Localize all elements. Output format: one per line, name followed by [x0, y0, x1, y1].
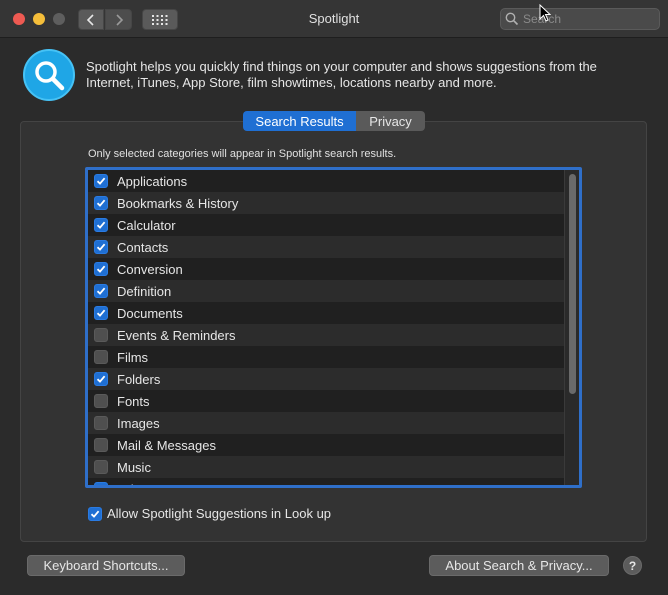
category-checkbox[interactable]	[94, 218, 108, 232]
category-checkbox[interactable]	[94, 372, 108, 386]
category-checkbox[interactable]	[94, 328, 108, 342]
category-label: Images	[117, 415, 160, 431]
mouse-cursor-icon	[539, 4, 551, 22]
category-checkbox[interactable]	[94, 196, 108, 210]
category-checkbox[interactable]	[94, 438, 108, 452]
category-label: Bookmarks & History	[117, 195, 239, 211]
checkmark-icon	[96, 375, 106, 383]
category-label: Conversion	[117, 261, 183, 277]
category-label: Documents	[117, 305, 183, 321]
forward-button[interactable]	[105, 9, 132, 30]
checkmark-icon	[96, 484, 106, 488]
tab-search-results[interactable]: Search Results	[243, 111, 356, 131]
category-row[interactable]: Music	[88, 456, 564, 478]
category-row[interactable]: Other	[88, 478, 564, 488]
category-checkbox[interactable]	[94, 174, 108, 188]
category-checkbox[interactable]	[94, 306, 108, 320]
category-row[interactable]: Applications	[88, 170, 564, 192]
category-label: Contacts	[117, 239, 169, 255]
checkmark-icon	[96, 265, 106, 273]
category-checkbox[interactable]	[94, 394, 108, 408]
allow-suggestions-checkbox[interactable]	[88, 506, 102, 521]
checkmark-icon	[96, 177, 106, 185]
category-row[interactable]: Fonts	[88, 390, 564, 412]
category-row[interactable]: Films	[88, 346, 564, 368]
category-checkbox[interactable]	[94, 350, 108, 364]
category-row[interactable]: Conversion	[88, 258, 564, 280]
checkmark-icon	[96, 199, 106, 207]
category-checkbox[interactable]	[94, 460, 108, 474]
category-label: Definition	[117, 283, 172, 299]
category-row[interactable]: Events & Reminders	[88, 324, 564, 346]
category-row[interactable]: Documents	[88, 302, 564, 324]
chevron-right-icon	[115, 13, 123, 26]
show-all-preferences-button[interactable]	[142, 9, 178, 30]
tab-bar: Search Results Privacy	[243, 111, 425, 131]
categories-list-rows: Applications Bookmarks & History Calculato…	[88, 170, 564, 488]
help-button[interactable]: ?	[623, 556, 642, 575]
category-label: Applications	[117, 173, 188, 189]
category-label: Films	[117, 349, 149, 365]
category-label: Folders	[117, 371, 161, 387]
category-row[interactable]: Bookmarks & History	[88, 192, 564, 214]
close-window-button[interactable]	[13, 13, 25, 25]
zoom-window-button[interactable]	[53, 13, 65, 25]
category-row[interactable]: Mail & Messages	[88, 434, 564, 456]
scrollbar[interactable]	[564, 170, 579, 485]
category-label: Other	[117, 482, 150, 486]
minimize-window-button[interactable]	[33, 13, 45, 25]
category-label: Calculator	[117, 217, 176, 233]
tab-privacy[interactable]: Privacy	[356, 111, 425, 131]
checkmark-icon	[90, 510, 100, 518]
categories-hint: Only selected categories will appear in …	[88, 148, 397, 160]
scrollbar-thumb[interactable]	[569, 174, 576, 394]
category-checkbox[interactable]	[94, 482, 108, 488]
title-bar: Spotlight	[0, 0, 668, 38]
category-checkbox[interactable]	[94, 284, 108, 298]
about-search-privacy-button[interactable]: About Search & Privacy...	[429, 555, 609, 576]
category-label: Music	[117, 459, 151, 475]
category-row[interactable]: Definition	[88, 280, 564, 302]
category-row[interactable]: Calculator	[88, 214, 564, 236]
search-icon	[505, 12, 519, 26]
spotlight-description: Spotlight helps you quickly find things …	[86, 59, 597, 90]
checkmark-icon	[96, 287, 106, 295]
checkmark-icon	[96, 221, 106, 229]
category-checkbox[interactable]	[94, 262, 108, 276]
spotlight-app-icon	[23, 49, 75, 101]
allow-suggestions-option[interactable]: Allow Spotlight Suggestions in Look up	[88, 506, 331, 521]
back-button[interactable]	[78, 9, 104, 30]
category-label: Events & Reminders	[117, 327, 236, 343]
checkmark-icon	[96, 309, 106, 317]
category-label: Fonts	[117, 393, 150, 409]
magnifier-icon	[35, 61, 65, 91]
category-checkbox[interactable]	[94, 416, 108, 430]
category-checkbox[interactable]	[94, 240, 108, 254]
checkmark-icon	[96, 243, 106, 251]
allow-suggestions-label: Allow Spotlight Suggestions in Look up	[107, 506, 332, 521]
category-row[interactable]: Folders	[88, 368, 564, 390]
search-field[interactable]	[500, 8, 660, 30]
grid-icon	[152, 14, 168, 25]
keyboard-shortcuts-button[interactable]: Keyboard Shortcuts...	[27, 555, 185, 576]
categories-list[interactable]: Applications Bookmarks & History Calculato…	[85, 167, 582, 488]
chevron-left-icon	[86, 13, 94, 26]
category-row[interactable]: Contacts	[88, 236, 564, 258]
category-label: Mail & Messages	[117, 437, 216, 453]
category-row[interactable]: Images	[88, 412, 564, 434]
